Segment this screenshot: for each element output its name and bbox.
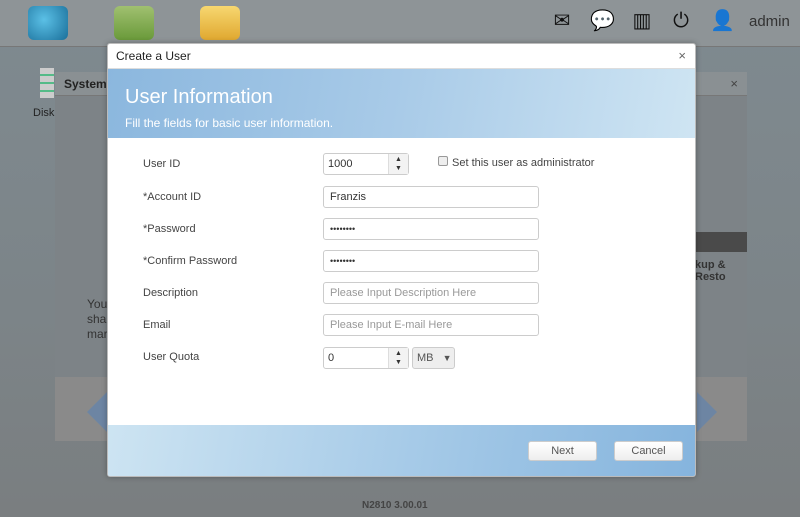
quota-unit-select[interactable]: MB ▼ <box>412 347 455 369</box>
username[interactable]: admin <box>749 13 790 30</box>
monitor-icon[interactable]: ▥ <box>631 10 653 32</box>
next-button[interactable]: Next <box>528 441 597 461</box>
stepper-arrows-icon[interactable]: ▲ ▼ <box>388 348 408 368</box>
dialog-titlebar <box>108 44 695 69</box>
confirm-password-label: *Confirm Password <box>143 255 238 267</box>
close-icon[interactable]: × <box>730 76 738 91</box>
dialog-header: User Information Fill the fields for bas… <box>108 69 695 138</box>
chevron-down-icon: ▼ <box>442 353 452 363</box>
arrow-left-icon[interactable] <box>87 392 107 432</box>
cloud-app-icon[interactable] <box>28 6 68 40</box>
description-input[interactable]: Please Input Description Here <box>323 282 539 304</box>
background-tab[interactable]: kup & Resto <box>695 259 747 283</box>
account-id-input[interactable]: Franzis <box>323 186 539 208</box>
email-input[interactable]: Please Input E-mail Here <box>323 314 539 336</box>
description-label: Description <box>143 287 199 299</box>
password-input[interactable]: •••••••• <box>323 218 539 240</box>
password-label: *Password <box>143 223 196 235</box>
user-quota-label: User Quota <box>143 351 200 363</box>
dialog-footer: Next Cancel <box>108 425 695 476</box>
background-bar <box>695 232 747 252</box>
version-label: N2810 3.00.01 <box>362 500 428 511</box>
disk-icon[interactable] <box>40 68 54 98</box>
header-subtitle: Fill the fields for basic user informati… <box>125 116 334 130</box>
desktop-label-disk[interactable]: Disk <box>33 107 54 119</box>
account-id-label: *Account ID <box>143 191 202 203</box>
cancel-button[interactable]: Cancel <box>614 441 683 461</box>
quota-stepper[interactable]: 0 ▲ ▼ <box>323 347 409 369</box>
app-center-icon[interactable] <box>114 6 154 40</box>
power-icon[interactable]: ⏻ <box>670 10 692 32</box>
admin-checkbox[interactable] <box>438 156 448 166</box>
background-window-title: System <box>64 77 107 91</box>
admin-checkbox-label[interactable]: Set this user as administrator <box>452 157 594 169</box>
user-id-stepper[interactable]: 1000 ▲ ▼ <box>323 153 409 175</box>
arrow-right-icon[interactable] <box>697 392 717 432</box>
confirm-password-input[interactable]: •••••••• <box>323 250 539 272</box>
create-user-dialog: Create a User × User Information Fill th… <box>107 43 696 477</box>
user-icon[interactable]: 👤 <box>710 10 735 32</box>
stepper-arrows-icon[interactable]: ▲ ▼ <box>388 154 408 174</box>
close-icon[interactable]: × <box>678 48 686 63</box>
file-manager-icon[interactable] <box>200 6 240 40</box>
chat-icon[interactable]: 💬 <box>590 10 615 32</box>
user-id-label: User ID <box>143 158 181 170</box>
header-title: User Information <box>125 86 273 108</box>
mail-icon[interactable]: ✉ <box>551 10 573 32</box>
email-label: Email <box>143 319 171 331</box>
dialog-title: Create a User <box>116 49 191 63</box>
top-bar: ✉ 💬 ▥ ⏻ 👤 admin <box>0 0 800 47</box>
